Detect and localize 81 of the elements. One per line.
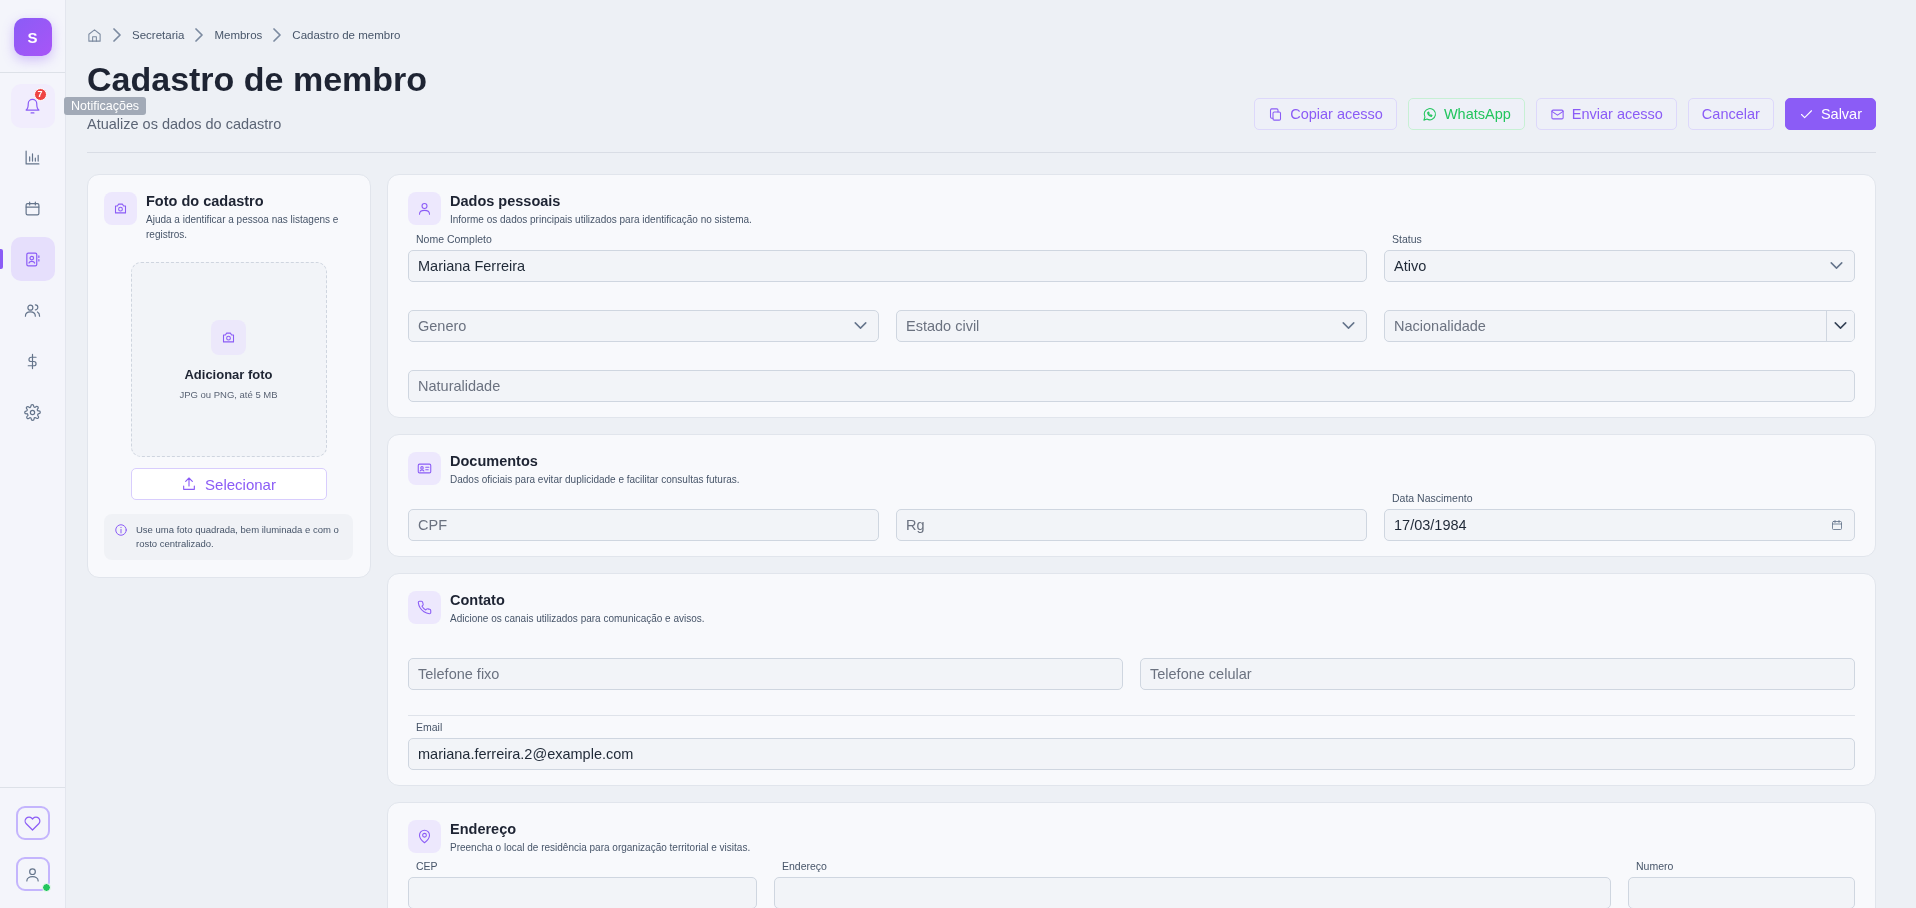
input-field[interactable] [774,877,1611,908]
user-icon [417,201,432,216]
chevron-down-icon [1830,261,1843,269]
section-description: Preencha o local de residência para organização territorial e visitas. [450,840,751,855]
copy-icon [1268,106,1284,122]
input-field[interactable]: mariana.ferreira.2@example.com [408,737,1855,770]
card-description: Ajuda a identificar a pessoa nas listagens e registros. [146,213,340,242]
nav-item[interactable] [10,237,55,281]
calendar-icon [1831,519,1843,531]
combo-field[interactable]: Nacionalidade [1384,309,1855,342]
field-label: Status [1392,232,1422,245]
field-label: Nome Completo [416,232,492,245]
chevron-down-icon [1342,321,1355,329]
calendar-icon [24,199,41,217]
photo-drop-zone[interactable]: Adicionar foto JPG ou PNG, até 5 MB [130,262,327,457]
input-field[interactable] [408,877,757,908]
profile-button[interactable] [15,857,50,891]
select-button[interactable]: Selecionar [130,468,327,500]
nav-item[interactable]: 7 [10,84,55,128]
input-field[interactable]: Telefone fixo [408,657,1123,690]
section-title: Documentos [450,452,539,469]
section-title: Dados pessoais [450,193,562,209]
contact-book-icon [24,250,41,268]
section-description: Adicione os canais utilizados para comunicação e avisos. [450,612,705,626]
breadcrumb-link[interactable]: Cadastro de membro [292,29,401,41]
dropdown-button[interactable] [1826,310,1854,341]
active-indicator [0,249,3,269]
input-field[interactable] [1628,877,1855,908]
chevron-right-icon [110,28,124,42]
action-button[interactable]: Salvar [1784,98,1876,130]
favorites-button[interactable] [15,806,50,840]
bell-icon [24,97,41,115]
field-label: Email [416,720,443,733]
tip-text: Use uma foto quadrada, bem iluminada e com o rosto centralizado. [136,523,340,551]
field-label: Numero [1636,860,1674,872]
section-title: Contato [450,592,506,608]
input-field[interactable]: CPF [408,509,879,541]
input-field[interactable]: Mariana Ferreira [408,249,1367,282]
section-title: Endereço [450,820,518,837]
section-description: Informe os dados principais utilizados para identificação no sistema. [450,213,752,227]
home-icon [87,27,102,43]
input-field[interactable]: Rg [896,509,1367,541]
input-field[interactable]: Naturalidade [408,369,1855,402]
drop-title: Adicionar foto [184,366,273,382]
mail-icon [1549,106,1565,122]
id-card-icon [417,460,432,476]
app-logo[interactable]: S [13,18,52,56]
input-field[interactable]: Telefone celular [1140,657,1855,690]
upload-icon [181,476,198,492]
users-icon [24,301,41,319]
select-field[interactable]: Estado civil [896,309,1367,342]
breadcrumb-link[interactable]: Membros [214,29,263,41]
camera-icon [221,329,236,345]
breadcrumb-link[interactable]: Secretaria [132,29,185,41]
field-label: Endereço [782,860,827,872]
page-title: Cadastro de membro [87,62,428,96]
settings-icon [24,403,41,421]
map-pin-icon [417,828,432,844]
bar-chart-icon [24,148,41,166]
info-icon [114,523,128,537]
chevron-down-icon [854,321,867,329]
chevron-down-icon [1834,322,1847,329]
section-description: Dados oficiais para evitar duplicidade e facilitar consultas futuras. [450,472,740,487]
camera-icon [113,201,128,216]
heart-icon [24,814,41,832]
chat-bubble-icon [1421,106,1437,122]
action-button[interactable]: Copiar acesso [1254,98,1397,130]
action-button[interactable]: Cancelar [1687,98,1774,130]
date-field[interactable]: 17/03/1984 [1384,509,1855,541]
phone-icon [417,600,432,615]
page-subtitle: Atualize os dados do cadastro [87,116,282,132]
user-icon [24,865,41,883]
drop-hint: JPG ou PNG, até 5 MB [179,388,278,400]
select-field[interactable]: Ativo [1384,249,1855,282]
notification-badge: 7 [33,88,47,101]
action-button[interactable]: Enviar acesso [1535,98,1677,130]
select-field[interactable]: Genero [408,309,879,342]
tooltip: Notificações [64,97,147,115]
card-title: Foto do cadastro [146,193,265,209]
field-label: CEP [416,860,438,872]
field-label: Data Nascimento [1392,492,1473,504]
